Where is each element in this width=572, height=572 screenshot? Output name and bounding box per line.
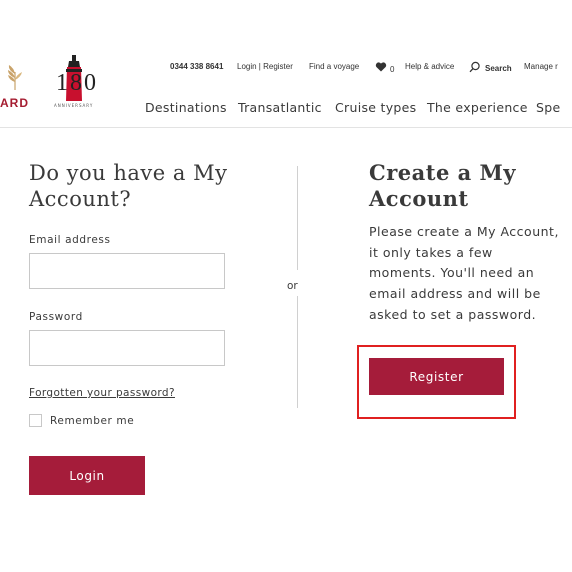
divider-line-top — [297, 166, 298, 270]
anniversary-number: 180 — [56, 70, 98, 96]
nav-cruise-types[interactable]: Cruise types — [335, 100, 416, 115]
wheat-emblem-icon — [8, 65, 22, 90]
password-label: Password — [29, 311, 83, 323]
register-heading: Create a My Account — [369, 160, 516, 211]
password-field[interactable] — [29, 330, 225, 366]
phone-number[interactable]: 0344 338 8641 — [170, 62, 223, 76]
divider-line-bottom — [297, 296, 298, 408]
register-description: Please create a My Account, it only take… — [369, 224, 559, 322]
manage-link[interactable]: Manage r — [524, 62, 558, 76]
help-advice-link[interactable]: Help & advice — [405, 62, 454, 76]
heart-icon[interactable] — [375, 61, 387, 73]
nav-special[interactable]: Spe — [536, 100, 560, 115]
favourites-count: 0 — [390, 65, 395, 74]
or-label: or — [287, 280, 298, 292]
main-nav: Destinations Transatlantic Cruise types … — [0, 100, 572, 118]
nav-transatlantic[interactable]: Transatlantic — [238, 100, 322, 115]
forgot-password-link[interactable]: Forgotten your password? — [29, 387, 175, 399]
login-heading: Do you have a My Account? — [29, 161, 228, 211]
header-divider — [0, 127, 572, 128]
site-header: ARD 180 ANNIVERSARY 0344 338 8641 Login … — [0, 0, 572, 128]
email-label: Email address — [29, 234, 111, 246]
find-voyage-link[interactable]: Find a voyage — [309, 62, 359, 76]
remember-me-checkbox[interactable] — [29, 414, 42, 427]
email-field[interactable] — [29, 253, 225, 289]
search-icon[interactable] — [469, 61, 481, 73]
nav-destinations[interactable]: Destinations — [145, 100, 227, 115]
login-register-link[interactable]: Login | Register — [237, 62, 293, 76]
remember-me-label[interactable]: Remember me — [50, 415, 134, 427]
register-button[interactable]: Register — [369, 358, 504, 395]
login-button[interactable]: Login — [29, 456, 145, 495]
nav-the-experience[interactable]: The experience — [427, 100, 528, 115]
search-link[interactable]: Search — [485, 64, 512, 78]
